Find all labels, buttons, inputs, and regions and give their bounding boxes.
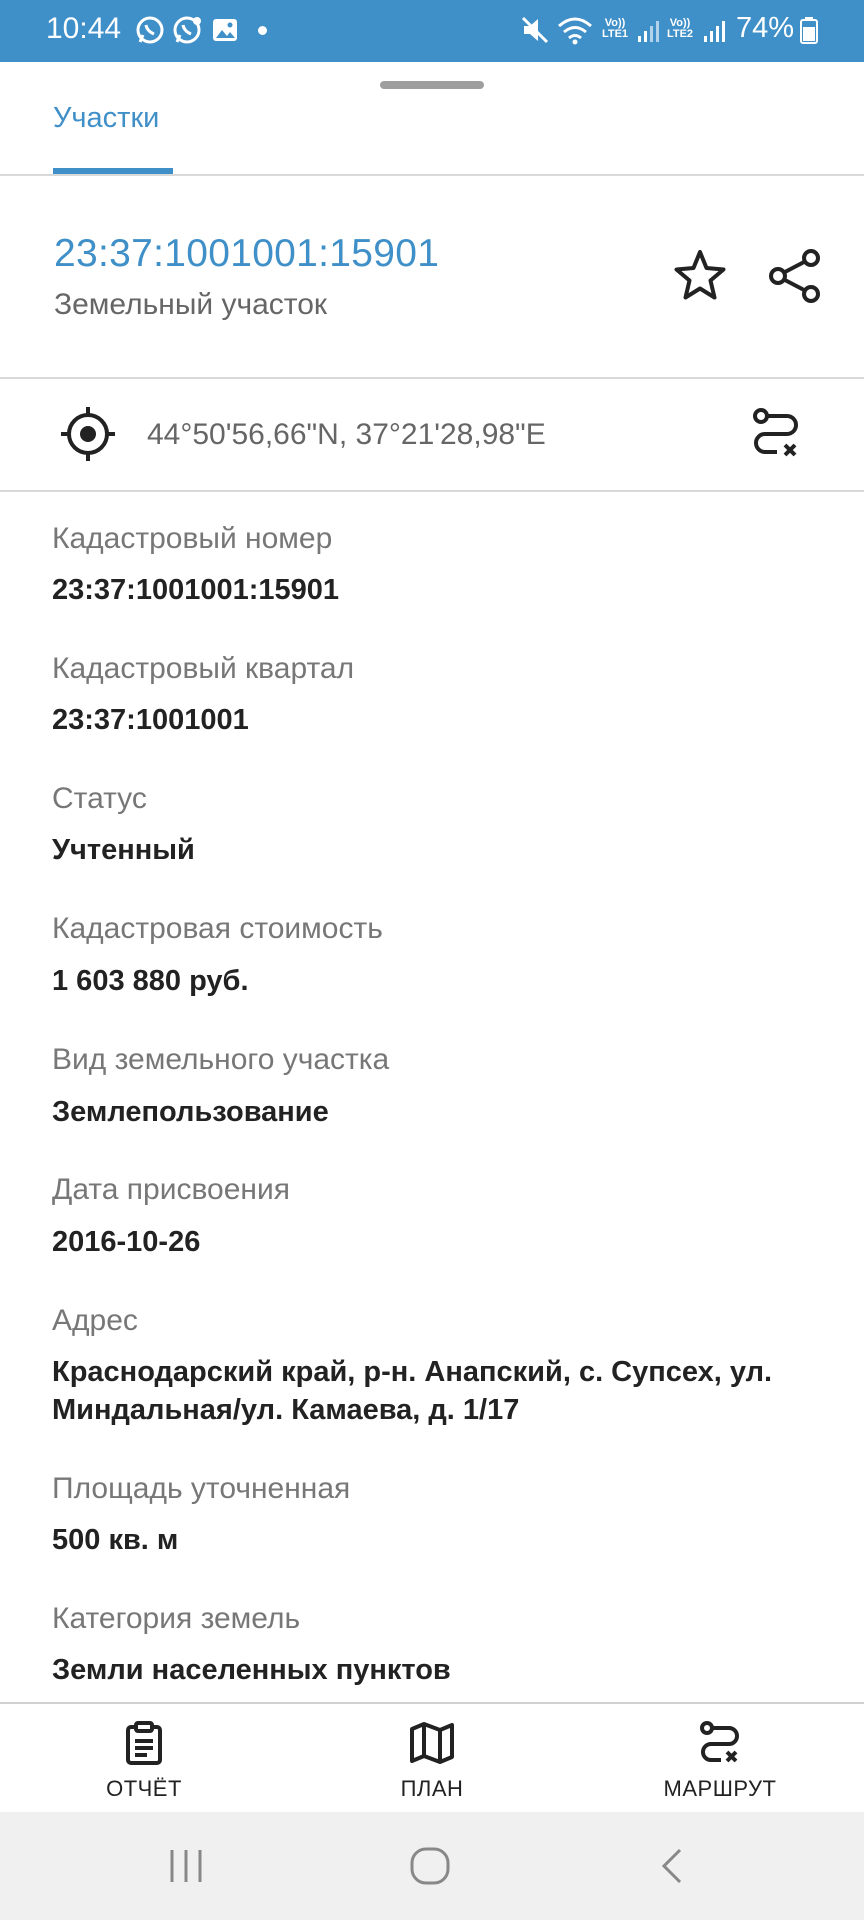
field-value-address: Краснодарский край, р-н. Анапский, с. Су…	[52, 1356, 773, 1426]
locate-button[interactable]	[56, 402, 120, 466]
cadastral-number-title: 23:37:1001001:15901	[54, 232, 440, 275]
status-bar: 10:44 Vo)) LTE1 Vo)) LTE2 74%	[0, 0, 864, 62]
share-icon	[769, 249, 820, 303]
sheet-drag-handle[interactable]	[380, 81, 484, 89]
field-label-cadastral-value: Кадастровая стоимость	[52, 912, 383, 945]
notification-dot	[258, 26, 267, 35]
whatsapp-business-icon	[173, 16, 201, 44]
whatsapp-icon	[136, 16, 164, 44]
route-label: МАРШРУТ	[663, 1776, 777, 1801]
crosshair-icon	[61, 407, 115, 461]
status-time: 10:44	[46, 12, 122, 45]
home-icon[interactable]	[408, 1846, 454, 1886]
sim1-label: Vo)) LTE1	[601, 17, 629, 40]
report-label: ОТЧЁТ	[106, 1776, 182, 1801]
field-value-area: 500 кв. м	[52, 1524, 179, 1556]
object-type-subtitle: Земельный участок	[54, 288, 328, 321]
battery-icon	[800, 17, 818, 44]
plan-label: ПЛАН	[400, 1776, 464, 1801]
route-clear-button[interactable]	[744, 402, 808, 466]
sim2-label: Vo)) LTE2	[666, 17, 694, 40]
divider	[0, 377, 864, 379]
field-label-parcel-type: Вид земельного участка	[52, 1043, 390, 1076]
signal-icon	[704, 21, 725, 42]
divider	[0, 174, 864, 176]
recent-apps-icon[interactable]	[166, 1846, 206, 1886]
tab-parcels[interactable]: Участки	[53, 102, 159, 135]
clipboard-icon	[126, 1721, 162, 1765]
bottom-action-bar: ОТЧЁТ ПЛАН МАРШРУТ	[0, 1702, 864, 1812]
field-value-parcel-type: Землепользование	[52, 1096, 329, 1128]
field-label-assignment-date: Дата присвоения	[52, 1173, 290, 1206]
field-label-cadastral-number: Кадастровый номер	[52, 522, 333, 555]
field-value-status: Учтенный	[52, 834, 195, 866]
route-icon	[700, 1721, 739, 1763]
field-label-cadastral-block: Кадастровый квартал	[52, 652, 355, 685]
field-value-cadastral-value: 1 603 880 руб.	[52, 965, 249, 997]
route-icon	[753, 408, 798, 457]
signal-icon	[638, 21, 659, 42]
wifi-icon	[558, 17, 592, 45]
field-value-assignment-date: 2016-10-26	[52, 1226, 201, 1258]
favorite-button[interactable]	[668, 244, 732, 308]
field-value-land-category: Земли населенных пунктов	[52, 1654, 451, 1686]
divider	[0, 490, 864, 492]
star-icon	[674, 250, 726, 300]
mute-icon	[521, 16, 549, 44]
field-value-cadastral-number: 23:37:1001001:15901	[52, 574, 340, 606]
plan-button[interactable]: ПЛАН	[332, 1704, 532, 1814]
battery-percent: 74%	[736, 12, 795, 44]
report-button[interactable]: ОТЧЁТ	[44, 1704, 244, 1814]
field-label-land-category: Категория земель	[52, 1602, 301, 1635]
route-button[interactable]: МАРШРУТ	[620, 1704, 820, 1814]
coordinates-text[interactable]: 44°50'56,66"N, 37°21'28,98"E	[147, 418, 546, 452]
map-icon	[410, 1722, 454, 1764]
field-label-address: Адрес	[52, 1304, 138, 1337]
share-button[interactable]	[763, 244, 827, 308]
system-nav-bar	[0, 1812, 864, 1920]
gallery-icon	[213, 19, 237, 41]
field-value-cadastral-block: 23:37:1001001	[52, 704, 249, 736]
field-label-area: Площадь уточненная	[52, 1472, 351, 1505]
field-label-status: Статус	[52, 782, 147, 815]
back-icon[interactable]	[652, 1846, 692, 1886]
